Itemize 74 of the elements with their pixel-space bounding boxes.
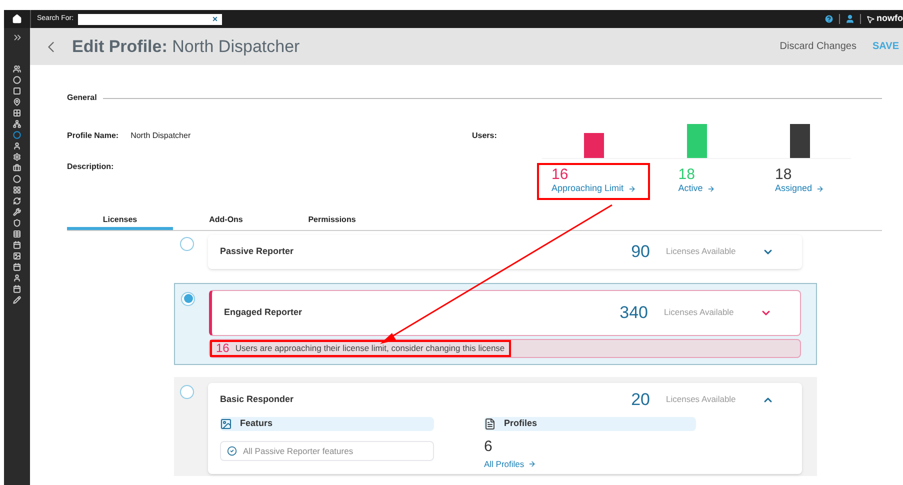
radio-button[interactable] (180, 384, 194, 398)
sidebar-icon[interactable] (13, 87, 21, 95)
sidebar-icon[interactable] (13, 186, 21, 194)
expand-sidebar-icon[interactable] (12, 32, 22, 43)
license-count: 20 (630, 388, 650, 411)
field-label: Users: (472, 130, 498, 142)
stat-count: 18 (774, 167, 792, 182)
sidebar-icon[interactable] (13, 263, 21, 271)
sidebar-icon[interactable] (13, 274, 21, 282)
license-count: 90 (630, 240, 650, 263)
sidebar-icon[interactable] (13, 109, 21, 117)
license-card[interactable]: Basic Responder 20 Licenses Available Featurs All Passive Reporter features Profiles 6 All Profiles (208, 382, 802, 474)
feature-text: All Passive Reporter features (243, 444, 354, 458)
arrow-icon (628, 184, 636, 193)
sidebar-icon[interactable] (13, 285, 21, 293)
sidebar-icon[interactable] (13, 175, 21, 183)
stat-link[interactable]: Active (678, 182, 715, 196)
sidebar-icon[interactable] (13, 197, 21, 205)
search-field[interactable]: × (78, 14, 222, 24)
field-label: Profile Name: (67, 130, 119, 142)
profiles-count: 6 (484, 438, 494, 454)
sidebar-icon[interactable] (13, 131, 21, 139)
sidebar-icon[interactable] (13, 120, 21, 128)
help-icon[interactable] (824, 14, 834, 24)
tab[interactable]: Add-Ons (173, 214, 279, 230)
section-heading: General (67, 92, 97, 104)
tab[interactable]: Licenses (67, 214, 173, 230)
section-title: Profiles (504, 416, 538, 430)
sidebar-icon[interactable] (13, 65, 21, 73)
stat-count: 18 (678, 167, 695, 182)
radio-button[interactable] (181, 292, 195, 306)
license-name: Engaged Reporter (224, 306, 304, 319)
arrow-icon (706, 184, 715, 193)
licenses-available-label: Licenses Available (664, 306, 735, 319)
radio-button[interactable] (180, 236, 194, 250)
sidebar-icon[interactable] (13, 230, 21, 238)
sidebar-icon[interactable] (13, 208, 21, 216)
license-count: 340 (618, 302, 648, 324)
sidebar-icon[interactable] (13, 164, 21, 172)
document-icon (484, 418, 496, 430)
license-card[interactable]: Engaged Reporter 340 Licenses Available (209, 290, 801, 336)
home-icon[interactable] (12, 14, 22, 24)
warning-count: 16 (216, 340, 230, 357)
logo-text: nowfo (876, 12, 903, 26)
license-name: Passive Reporter (220, 244, 295, 258)
field-label: Description: (67, 161, 115, 173)
section-title: Featurs (240, 416, 273, 430)
profile-name-value: North Dispatcher (130, 130, 191, 142)
tab[interactable]: Permissions (279, 214, 385, 230)
sidebar-icon[interactable] (13, 142, 21, 150)
sidebar-icon[interactable] (13, 241, 21, 249)
clear-button[interactable]: × (212, 14, 218, 24)
user-icon[interactable] (844, 14, 854, 24)
sidebar-icon[interactable] (13, 76, 21, 84)
licenses-available-label: Licenses Available (666, 245, 737, 258)
page-title: Edit Profile: North Dispatcher (72, 36, 300, 58)
stat-link[interactable]: Assigned (774, 182, 824, 196)
sidebar-icon[interactable] (13, 296, 21, 304)
check-icon (227, 446, 237, 456)
arrow-icon (816, 184, 824, 193)
warning-text: Users are approaching their license limit, consider changing this license (235, 342, 505, 354)
all-profiles-link[interactable]: All Profiles (484, 460, 696, 468)
sidebar-icon[interactable] (13, 219, 21, 227)
sidebar-icon[interactable] (13, 98, 21, 106)
stat-link[interactable]: Approaching Limit (551, 182, 636, 196)
license-card[interactable]: Passive Reporter 90 Licenses Available (208, 234, 802, 268)
stat-count: 16 (551, 167, 568, 182)
sidebar-icon[interactable] (13, 252, 21, 260)
license-name: Basic Responder (220, 392, 295, 406)
discard-changes-link[interactable]: Discard Changes (780, 39, 856, 54)
sidebar-icon[interactable] (13, 153, 21, 161)
licenses-available-label: Licenses Available (666, 393, 737, 406)
arrow-icon (528, 460, 536, 468)
features-icon (220, 418, 232, 430)
